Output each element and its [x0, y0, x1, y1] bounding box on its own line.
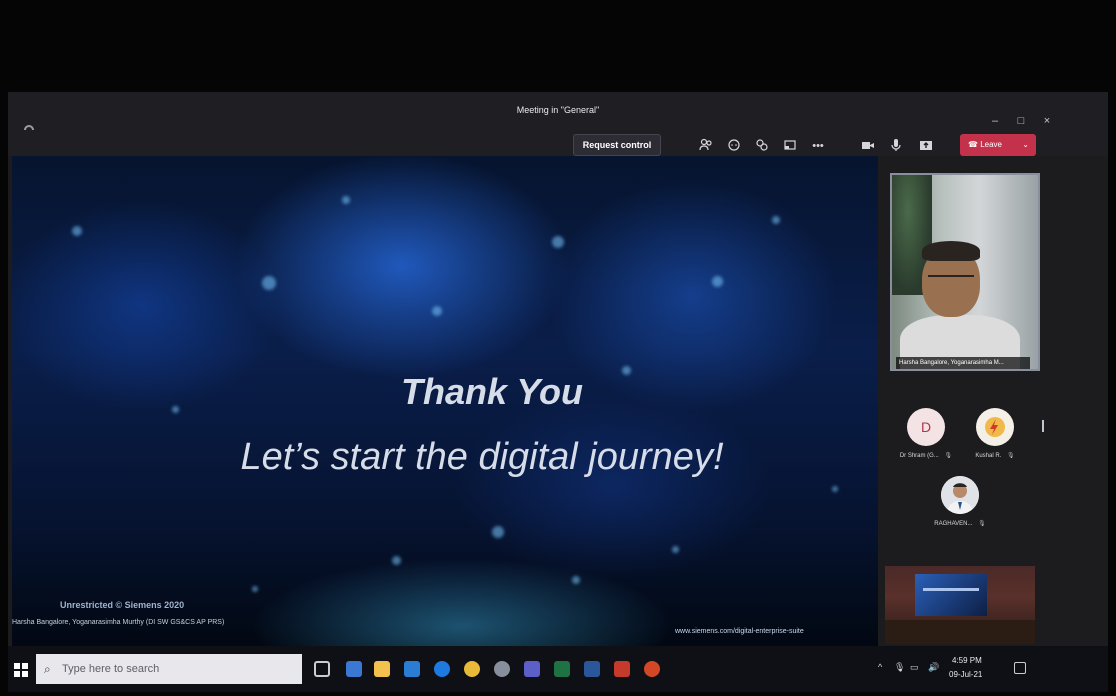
title-bar: Meeting in "General" – □ × — [8, 92, 1108, 135]
participant-name: Kushal R. — [975, 453, 1002, 459]
avatar — [941, 476, 979, 514]
search-input[interactable]: ⌕ Type here to search — [36, 654, 302, 684]
room-floor — [885, 620, 1035, 644]
slide-url: www.siemens.com/digital-enterprise-suite — [675, 628, 804, 635]
share-icon[interactable] — [918, 138, 934, 154]
windows-start-icon[interactable] — [14, 663, 28, 677]
onedrive-icon[interactable] — [494, 661, 510, 677]
room-screen — [915, 574, 987, 616]
camera-icon[interactable] — [860, 138, 876, 154]
task-view-icon[interactable] — [314, 661, 330, 677]
participant-tile[interactable]: D Dr Shram (G... 🎙 — [891, 408, 961, 459]
speaker-hair — [922, 241, 980, 261]
shared-slide: Thank You Let’s start the digital journe… — [12, 156, 878, 646]
edge-icon[interactable] — [434, 661, 450, 677]
teams-screen: Meeting in "General" – □ × Request contr… — [8, 92, 1108, 692]
lightning-logo-icon — [985, 417, 1005, 437]
avatar — [976, 408, 1014, 446]
pdf-reader-icon[interactable] — [614, 661, 630, 677]
participant-tile[interactable]: RAGHAVEN... 🎙 — [925, 476, 995, 527]
tray-mic-icon[interactable]: 🎙 — [894, 662, 905, 673]
avatar: D — [907, 408, 945, 446]
word-icon[interactable] — [584, 661, 600, 677]
presenter-name: Harsha Bangalore, Yoganarasimha Murthy (… — [12, 619, 225, 626]
speaker-name-label: Harsha Bangalore, Yoganarasimha M... — [896, 357, 1030, 369]
mic-muted-icon: 🎙 — [1007, 453, 1015, 459]
speaker-video-tile[interactable]: Harsha Bangalore, Yoganarasimha M... — [890, 173, 1040, 371]
rooms-icon[interactable] — [782, 138, 798, 154]
minimize-button[interactable]: – — [986, 115, 1004, 127]
phone-hangup-icon: ☎ — [968, 140, 978, 149]
mail-app-icon[interactable] — [346, 661, 362, 677]
participant-name: RAGHAVEN... — [934, 521, 973, 527]
powerpoint-icon[interactable] — [644, 661, 660, 677]
chat-icon[interactable] — [726, 138, 742, 154]
slide-classification: Unrestricted © Siemens 2020 — [60, 600, 185, 610]
file-explorer-icon[interactable] — [374, 661, 390, 677]
participant-tile[interactable]: Kushal R. 🎙 — [960, 408, 1030, 459]
tray-chevron-icon[interactable]: ^ — [878, 662, 882, 672]
maximize-button[interactable]: □ — [1012, 115, 1030, 127]
store-app-icon[interactable] — [404, 661, 420, 677]
speaker-glasses — [928, 275, 974, 283]
request-control-button[interactable]: Request control — [573, 134, 661, 156]
clock-date[interactable]: 09-Jul-21 — [949, 670, 982, 679]
excel-icon[interactable] — [554, 661, 570, 677]
meeting-toolbar: Request control ••• ☎ Leave ⌄ — [8, 130, 1108, 156]
search-placeholder: Type here to search — [62, 663, 160, 675]
mic-icon[interactable] — [888, 138, 904, 154]
teams-icon[interactable] — [524, 661, 540, 677]
person-photo-icon — [941, 476, 979, 514]
notification-icon[interactable] — [1014, 662, 1026, 674]
volume-icon[interactable]: 🔊 — [928, 662, 939, 673]
chevron-down-icon[interactable]: ⌄ — [1022, 134, 1029, 156]
more-participants-icon[interactable] — [1042, 420, 1046, 432]
windows-taskbar: ⌕ Type here to search ^ 🎙 ▭ 🔊 4:59 PM 09… — [8, 646, 1108, 692]
more-options-icon[interactable]: ••• — [810, 138, 826, 154]
close-button[interactable]: × — [1038, 115, 1056, 127]
slide-tagline: Let’s start the digital journey! — [240, 436, 724, 478]
mic-muted-icon: 🎙 — [944, 453, 953, 459]
slide-heading: Thank You — [400, 371, 584, 412]
mic-muted-icon: 🎙 — [978, 521, 986, 527]
clock-time[interactable]: 4:59 PM — [952, 656, 982, 665]
network-icon[interactable]: ▭ — [910, 662, 919, 673]
room-preview-tile[interactable] — [885, 566, 1035, 644]
participants-icon[interactable] — [698, 138, 714, 154]
participant-name: Dr Shram (G... — [899, 453, 939, 459]
leave-label: Leave — [980, 140, 1002, 149]
window-title: Meeting in "General" — [516, 105, 600, 115]
search-icon: ⌕ — [44, 662, 51, 676]
leave-button[interactable]: ☎ Leave ⌄ — [960, 134, 1036, 156]
reactions-icon[interactable] — [754, 138, 770, 154]
chrome-icon[interactable] — [464, 661, 480, 677]
